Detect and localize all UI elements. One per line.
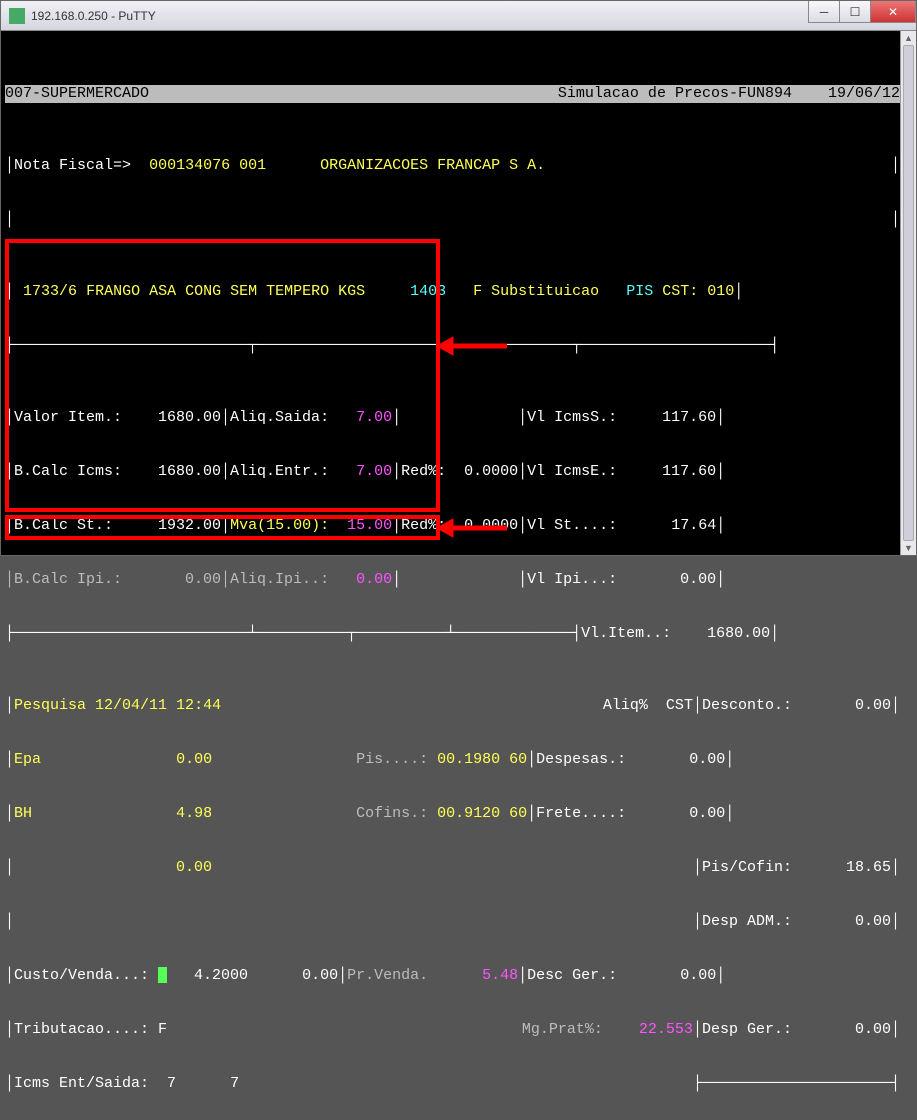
vl-ipi: 0.00 bbox=[680, 571, 716, 589]
cursor bbox=[158, 967, 167, 983]
prod-qty: 1403 bbox=[410, 283, 446, 301]
cofins-val: 00.9120 bbox=[437, 805, 500, 823]
vl-item: 1680.00 bbox=[707, 625, 770, 643]
piscofin-r: 18.65 bbox=[846, 859, 891, 877]
maximize-button[interactable]: ☐ bbox=[839, 1, 871, 23]
nf-num: 000134076 001 bbox=[149, 157, 266, 175]
aliq-ipi: 0.00 bbox=[356, 571, 392, 589]
scroll-up-icon[interactable]: ▲ bbox=[901, 31, 916, 45]
despadm-r: 0.00 bbox=[855, 913, 891, 931]
terminal[interactable]: 007-SUPERMERCADO Simulacao de Precos-FUN… bbox=[5, 31, 900, 551]
bh-val: 4.98 bbox=[176, 805, 212, 823]
blank-val: 0.00 bbox=[176, 859, 212, 877]
pesq-date: 12/04/11 12:44 bbox=[95, 697, 221, 715]
scrollbar[interactable]: ▲ ▼ bbox=[900, 31, 916, 555]
hdr-center: Simulacao de Precos-FUN894 bbox=[558, 85, 792, 103]
pis-val: 00.1980 bbox=[437, 751, 500, 769]
scroll-thumb[interactable] bbox=[903, 45, 914, 541]
pesq-label: Pesquisa bbox=[14, 697, 86, 715]
aliq-saida: 7.00 bbox=[356, 409, 392, 427]
prod-desc: FRANGO ASA CONG SEM TEMPERO KGS bbox=[86, 283, 365, 301]
close-button[interactable]: ✕ bbox=[870, 1, 916, 23]
tributacao: F bbox=[158, 1021, 167, 1039]
prod-code: 1733/6 bbox=[23, 283, 77, 301]
valor-item: 1680.00 bbox=[158, 409, 221, 427]
despger-r: 0.00 bbox=[855, 1021, 891, 1039]
red1: 0.0000 bbox=[464, 463, 518, 481]
pr-venda: 5.48 bbox=[482, 967, 518, 985]
despesas-r: 0.00 bbox=[689, 751, 725, 769]
mva-label: Mva(15.00): bbox=[230, 517, 329, 535]
hdr-right: 19/06/12 bbox=[828, 85, 900, 103]
nf-org: ORGANIZACOES FRANCAP S A. bbox=[320, 157, 545, 175]
prod-sub: F Substituicao bbox=[473, 283, 599, 301]
app-icon bbox=[9, 8, 25, 24]
epa-val: 0.00 bbox=[176, 751, 212, 769]
aliq-entr: 7.00 bbox=[356, 463, 392, 481]
hdr-left: 007-SUPERMERCADO bbox=[5, 85, 149, 103]
vl-icmse: 117.60 bbox=[662, 463, 716, 481]
nf-label: Nota Fiscal=> bbox=[14, 157, 131, 175]
red2: 0.0000 bbox=[464, 517, 518, 535]
bcalc-st: 1932.00 bbox=[158, 517, 221, 535]
desconto-r: 0.00 bbox=[855, 697, 891, 715]
frete-r: 0.00 bbox=[689, 805, 725, 823]
icms-ent: 7 bbox=[167, 1075, 176, 1093]
bcalc-ipi: 0.00 bbox=[185, 571, 221, 589]
bcalc-icms: 1680.00 bbox=[158, 463, 221, 481]
custo-venda: 4.2000 bbox=[194, 967, 248, 985]
minimize-button[interactable]: ─ bbox=[808, 1, 840, 23]
window-title: 192.168.0.250 - PuTTY bbox=[31, 9, 156, 23]
mg-prat: 22.553 bbox=[639, 1021, 693, 1039]
icms-saida: 7 bbox=[230, 1075, 239, 1093]
descger-r: 0.00 bbox=[680, 967, 716, 985]
scroll-down-icon[interactable]: ▼ bbox=[901, 541, 916, 555]
title-bar: 192.168.0.250 - PuTTY ─ ☐ ✕ bbox=[1, 1, 916, 31]
mva-val: 15.00 bbox=[347, 517, 392, 535]
vl-icmss: 117.60 bbox=[662, 409, 716, 427]
vl-st: 17.64 bbox=[671, 517, 716, 535]
